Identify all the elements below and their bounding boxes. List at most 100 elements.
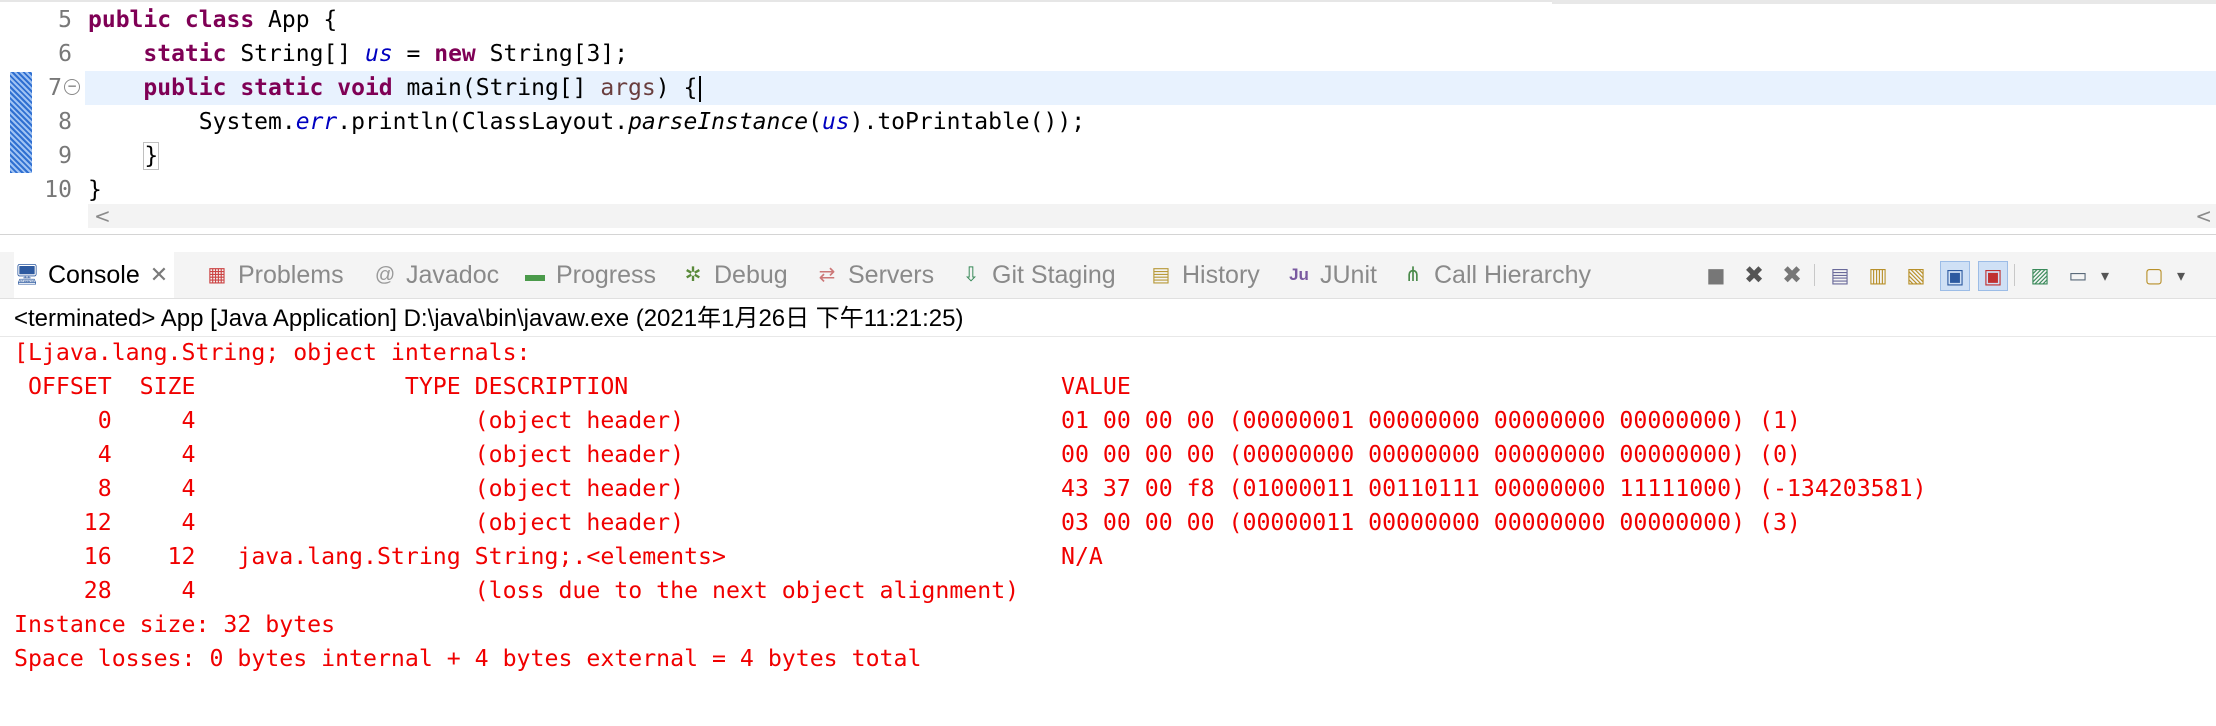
code-text: ( [808, 109, 822, 135]
line-number: 5 [58, 7, 72, 33]
line-number: 6 [58, 41, 72, 67]
tab-label: Call Hierarchy [1434, 260, 1591, 289]
line-number: 8 [58, 109, 72, 135]
tab-label: JUnit [1320, 260, 1377, 289]
word-wrap-button[interactable]: ▧ [1902, 261, 1930, 289]
code-text: System. [198, 109, 296, 135]
scroll-left-icon[interactable]: < [94, 204, 111, 228]
code-line-6[interactable]: static String[] us = new String[3]; [88, 37, 628, 71]
keyword: static [143, 41, 227, 67]
call-hierarchy-icon: ⋔ [1404, 264, 1422, 286]
toolbar-separator [1814, 264, 1815, 286]
servers-icon: ⇄ [818, 264, 836, 286]
console-output-line: 16 12 java.lang.String String;.<elements… [14, 543, 1103, 570]
code-editor[interactable]: 5 6 7 8 9 10 − public class App { static… [0, 0, 2216, 235]
field-name: us [364, 41, 393, 67]
terminate-button[interactable]: ■ [1702, 261, 1730, 289]
field-name: err [295, 109, 338, 135]
static-method-name: parseInstance [628, 109, 809, 135]
console-output-line: Space losses: 0 bytes internal + 4 bytes… [14, 645, 922, 672]
tab-servers[interactable]: ⇄ Servers [814, 252, 935, 298]
tab-javadoc[interactable]: @ Javadoc [372, 252, 499, 298]
tab-label: Problems [238, 260, 344, 289]
tab-progress[interactable]: ▬ Progress [522, 252, 656, 298]
code-text: String[3]; [475, 41, 629, 67]
console-output-line: 0 4 (object header) 01 00 00 00 (0000000… [14, 407, 1801, 434]
collapse-method-icon[interactable]: − [64, 79, 80, 95]
line-number: 10 [44, 177, 72, 203]
display-selected-console-button[interactable]: ▭ [2064, 261, 2092, 289]
show-console-on-stdout-button[interactable]: ▣ [1940, 261, 1970, 291]
tab-history[interactable]: ▤ History [1148, 252, 1260, 298]
remove-all-terminated-button[interactable]: ✖ [1778, 261, 1806, 289]
console-output-line: [Ljava.lang.String; object internals: [14, 339, 531, 366]
line-number: 7 [48, 75, 62, 101]
console-output-line: Instance size: 32 bytes [14, 611, 336, 638]
display-console-dropdown-icon[interactable]: ▾ [2096, 261, 2114, 289]
tab-call-hierarchy[interactable]: ⋔ Call Hierarchy [1400, 252, 1591, 298]
code-text: } [88, 177, 102, 203]
keyword: new [434, 41, 476, 67]
tab-junit[interactable]: Ju JUnit [1286, 252, 1377, 298]
console-icon: 🖥 [14, 264, 40, 286]
history-icon: ▤ [1151, 264, 1171, 286]
line-number: 9 [58, 143, 72, 169]
matching-brace: } [143, 142, 160, 170]
clear-console-button[interactable]: ▤ [1826, 261, 1854, 289]
code-text: = [392, 41, 435, 67]
git-staging-icon: ⇩ [962, 264, 980, 286]
tab-label: Javadoc [406, 260, 500, 289]
open-console-dropdown-icon[interactable]: ▾ [2172, 261, 2190, 289]
tab-git-staging[interactable]: ⇩ Git Staging [958, 252, 1116, 298]
parameter-name: args [600, 75, 656, 101]
tab-label: Servers [848, 260, 935, 289]
toolbar-separator [2014, 264, 2015, 286]
code-text: ) { [655, 75, 698, 101]
close-icon[interactable]: ✕ [150, 262, 168, 288]
junit-icon: Ju [1289, 265, 1309, 284]
code-text: String[] [226, 41, 365, 67]
keyword: public static void [143, 75, 393, 101]
quick-diff-change-marker [10, 72, 32, 173]
scroll-right-icon[interactable]: < [2195, 204, 2212, 228]
code-text: ).toPrintable()); [849, 109, 1086, 135]
progress-icon: ▬ [525, 264, 545, 286]
tab-label: Console [48, 260, 140, 289]
field-name: us [821, 109, 850, 135]
code-line-5[interactable]: public class App { [88, 3, 337, 37]
tab-console[interactable]: 🖥 Console ✕ [14, 252, 175, 298]
console-output-line: OFFSET SIZE TYPE DESCRIPTION VALUE [14, 373, 1131, 400]
code-line-9[interactable]: } [88, 139, 160, 173]
pin-console-button[interactable]: ▨ [2026, 261, 2054, 289]
console-output-line: 28 4 (loss due to the next object alignm… [14, 577, 1020, 604]
code-line-10[interactable]: } [88, 173, 102, 207]
text-caret [699, 75, 702, 102]
remove-launch-button[interactable]: ✖ [1740, 261, 1768, 289]
console-output-line: 4 4 (object header) 00 00 00 00 (0000000… [14, 441, 1801, 468]
tab-label: Debug [714, 260, 788, 289]
code-line-8[interactable]: System.err.println(ClassLayout.parseInst… [88, 105, 1085, 139]
code-text: .println(ClassLayout. [337, 109, 629, 135]
tab-label: Progress [556, 260, 657, 289]
horizontal-scrollbar[interactable]: < < [88, 204, 2216, 228]
code-line-7[interactable]: public static void main(String[] args) { [88, 71, 702, 105]
keyword: public class [88, 7, 255, 33]
console-status-line: <terminated> App [Java Application] D:\j… [14, 305, 964, 332]
tab-label: History [1182, 260, 1260, 289]
code-text: main(String[] [392, 75, 601, 101]
tab-problems[interactable]: ▦ Problems [204, 252, 344, 298]
show-console-on-stderr-button[interactable]: ▣ [1978, 261, 2008, 291]
console-output[interactable]: [Ljava.lang.String; object internals: OF… [14, 336, 1927, 676]
open-console-button[interactable]: ▢ [2140, 261, 2168, 289]
code-text: App { [254, 7, 338, 33]
editor-top-border-right [1552, 0, 2216, 4]
view-tab-bar: 🖥 Console ✕ ▦ Problems @ Javadoc ▬ Progr… [0, 252, 2216, 299]
problems-icon: ▦ [207, 264, 227, 286]
debug-icon: ✲ [684, 264, 702, 286]
console-output-line: 12 4 (object header) 03 00 00 00 (000000… [14, 509, 1801, 536]
javadoc-icon: @ [374, 264, 396, 286]
console-output-line: 8 4 (object header) 43 37 00 f8 (0100001… [14, 475, 1927, 502]
tab-label: Git Staging [992, 260, 1116, 289]
scroll-lock-button[interactable]: ▥ [1864, 261, 1892, 289]
tab-debug[interactable]: ✲ Debug [680, 252, 788, 298]
